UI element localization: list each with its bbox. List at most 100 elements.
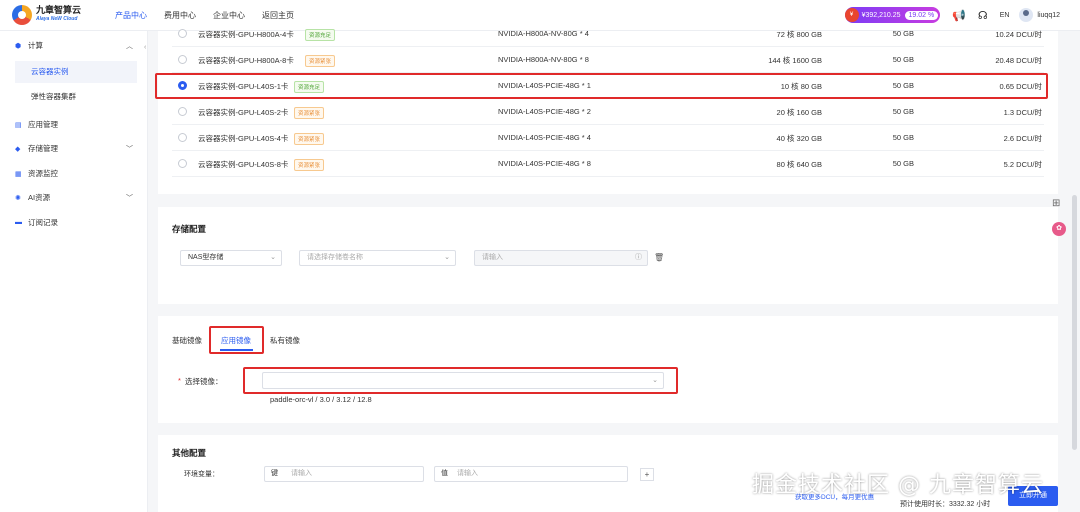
disk: 50 GB — [892, 29, 914, 38]
storage-type-select[interactable]: NAS型存储 ⌄ — [180, 250, 282, 266]
sidebar-item-subscription[interactable]: ▬ 订阅记录 — [15, 217, 133, 228]
other-config-title: 其他配置 — [172, 448, 207, 458]
assistant-icon[interactable]: ✿ — [1052, 222, 1066, 236]
radio-button[interactable] — [178, 55, 187, 64]
gpu-spec: NVIDIA-L40S-PCIE-48G * 8 — [498, 159, 591, 168]
value-label: 值 — [441, 470, 448, 477]
radio-button[interactable] — [178, 107, 187, 116]
mount-path-input[interactable]: 请输入 ⓘ — [474, 250, 648, 266]
logo-icon — [12, 5, 32, 25]
cpu-mem: 80 核 640 GB — [776, 160, 822, 169]
table-row[interactable]: 云容器实例-GPU-H800A-4卡 资源充足 NVIDIA-H800A-NV-… — [172, 21, 1044, 47]
env-value-input[interactable]: 值 请输入 — [434, 466, 628, 482]
disk: 50 GB — [892, 107, 914, 116]
storage-type-value: NAS型存储 — [188, 254, 224, 261]
ai-icon: ✺ — [15, 194, 21, 202]
radio-button[interactable] — [178, 159, 187, 168]
sidebar-item-container-cluster[interactable]: 弹性容器集群 — [15, 86, 137, 108]
sidebar-item-compute[interactable]: ⬢ 计算 ︿ — [15, 40, 133, 51]
env-value-placeholder: 请输入 — [457, 470, 478, 477]
sidebar-item-ai[interactable]: ✺ AI资源 ﹀ — [15, 192, 133, 203]
balance-percent: 19.02 % — [904, 10, 939, 20]
storage-title: 存储配置 — [172, 224, 207, 234]
sidebar-item-container-instance[interactable]: 云容器实例 — [15, 61, 137, 83]
env-key-input[interactable]: 键 请输入 — [264, 466, 424, 482]
sidebar-item-label: 应用管理 — [28, 120, 58, 129]
cpu-mem: 20 核 160 GB — [776, 108, 822, 117]
table-row[interactable]: 云容器实例-GPU-L40S-4卡 资源紧张 NVIDIA-L40S-PCIE-… — [172, 125, 1044, 151]
status-badge: 资源紧张 — [294, 107, 325, 119]
storage-card: 存储配置 NAS型存储 ⌄ 请选择存储卷名称 ⌄ 请输入 ⓘ 🗑 — [158, 207, 1058, 304]
disk: 50 GB — [892, 133, 914, 142]
chevron-down-icon: ⌄ — [444, 254, 450, 261]
cpu-mem: 144 核 1600 GB — [768, 56, 822, 65]
sidebar-item-app[interactable]: ▤ 应用管理 — [15, 119, 133, 130]
nav-home[interactable]: 返回主页 — [262, 10, 294, 21]
chevron-down-icon: ﹀ — [126, 145, 133, 153]
gpu-spec: NVIDIA-H800A-NV-80G * 8 — [498, 55, 589, 64]
table-row[interactable]: 云容器实例-GPU-H800A-8卡 资源紧张 NVIDIA-H800A-NV-… — [172, 47, 1044, 73]
storage-volume-placeholder: 请选择存储卷名称 — [307, 254, 363, 261]
price: 1.3 DCU/时 — [1003, 108, 1042, 117]
sidebar-item-monitor[interactable]: ▦ 资源监控 — [15, 168, 133, 179]
monitor-icon: ▦ — [15, 170, 22, 178]
instance-name: 云容器实例-GPU-L40S-2卡 — [198, 108, 289, 117]
tab-basic-image[interactable]: 基础镜像 — [172, 335, 202, 346]
table-row[interactable]: 云容器实例-GPU-L40S-8卡 资源紧张 NVIDIA-L40S-PCIE-… — [172, 151, 1044, 177]
headset-icon[interactable]: ☊ — [978, 9, 988, 22]
add-env-button[interactable]: + — [640, 468, 654, 481]
status-badge: 资源紧张 — [294, 159, 325, 171]
status-badge: 资源充足 — [305, 29, 336, 41]
disk: 50 GB — [892, 55, 914, 64]
selected-row-highlight — [155, 73, 1048, 99]
radio-button[interactable] — [178, 133, 187, 142]
table-row[interactable]: 云容器实例-GPU-L40S-2卡 资源紧张 NVIDIA-L40S-PCIE-… — [172, 99, 1044, 125]
price: 2.6 DCU/时 — [1003, 134, 1042, 143]
price: 20.48 DCU/时 — [995, 56, 1042, 65]
grid-icon[interactable]: ⊞ — [1052, 198, 1060, 209]
subscription-icon: ▬ — [15, 219, 22, 226]
sidebar-item-label: 计算 — [28, 41, 43, 50]
image-select-label: 选择镜像： — [185, 377, 223, 386]
avatar[interactable] — [1019, 8, 1034, 22]
key-label: 键 — [271, 470, 278, 477]
logo-subtitle: Alaya NeW Cloud — [36, 16, 78, 22]
nav-products[interactable]: 产品中心 — [115, 10, 147, 21]
info-icon: ⓘ — [635, 254, 642, 261]
username[interactable]: liuqq12 — [1037, 12, 1060, 19]
gpu-spec: NVIDIA-H800A-NV-80G * 4 — [498, 29, 589, 38]
delete-icon[interactable]: 🗑 — [654, 253, 664, 262]
sidebar: ⬢ 计算 ︿ 云容器实例 弹性容器集群 ▤ 应用管理 ◆ 存储管理 ﹀ ▦ 资源… — [0, 31, 148, 512]
cpu-mem: 40 核 320 GB — [776, 134, 822, 143]
required-mark: * — [178, 376, 181, 385]
status-badge: 资源紧张 — [294, 133, 325, 145]
image-select-highlight — [243, 367, 678, 394]
nav-billing[interactable]: 费用中心 — [164, 10, 196, 21]
logo[interactable]: 九章智算云 Alaya NeW Cloud — [12, 5, 98, 25]
balance-amount: ¥392,210.25 — [861, 11, 901, 19]
radio-button[interactable] — [178, 29, 187, 38]
mount-path-placeholder: 请输入 — [482, 254, 503, 261]
megaphone-icon[interactable]: 📢 — [952, 9, 966, 22]
sidebar-item-label: 资源监控 — [28, 169, 58, 178]
nav-enterprise[interactable]: 企业中心 — [213, 10, 245, 21]
instance-name: 云容器实例-GPU-H800A-4卡 — [198, 30, 294, 39]
sidebar-item-label: 订阅记录 — [28, 218, 58, 227]
env-label: 环境变量： — [184, 471, 219, 478]
collapse-sidebar-icon[interactable]: ‹ — [144, 44, 146, 51]
active-tab-highlight — [209, 326, 264, 354]
storage-volume-select[interactable]: 请选择存储卷名称 ⌄ — [299, 250, 456, 266]
scrollbar[interactable] — [1072, 195, 1077, 450]
chevron-down-icon: ⌄ — [270, 254, 276, 261]
instance-name: 云容器实例-GPU-L40S-8卡 — [198, 160, 289, 169]
status-badge: 资源紧张 — [305, 55, 336, 67]
gpu-spec: NVIDIA-L40S-PCIE-48G * 2 — [498, 107, 591, 116]
language-toggle[interactable]: EN — [1000, 12, 1010, 19]
instance-table-card: 云容器实例-GPU-H800A-4卡 资源充足 NVIDIA-H800A-NV-… — [158, 29, 1058, 194]
compute-icon: ⬢ — [15, 42, 22, 50]
coin-icon: ¥ — [844, 8, 859, 22]
instance-name: 云容器实例-GPU-H800A-8卡 — [198, 56, 294, 65]
env-key-placeholder: 请输入 — [291, 470, 312, 477]
sidebar-item-storage[interactable]: ◆ 存储管理 ﹀ — [15, 143, 133, 154]
tab-private-image[interactable]: 私有镜像 — [270, 335, 300, 346]
